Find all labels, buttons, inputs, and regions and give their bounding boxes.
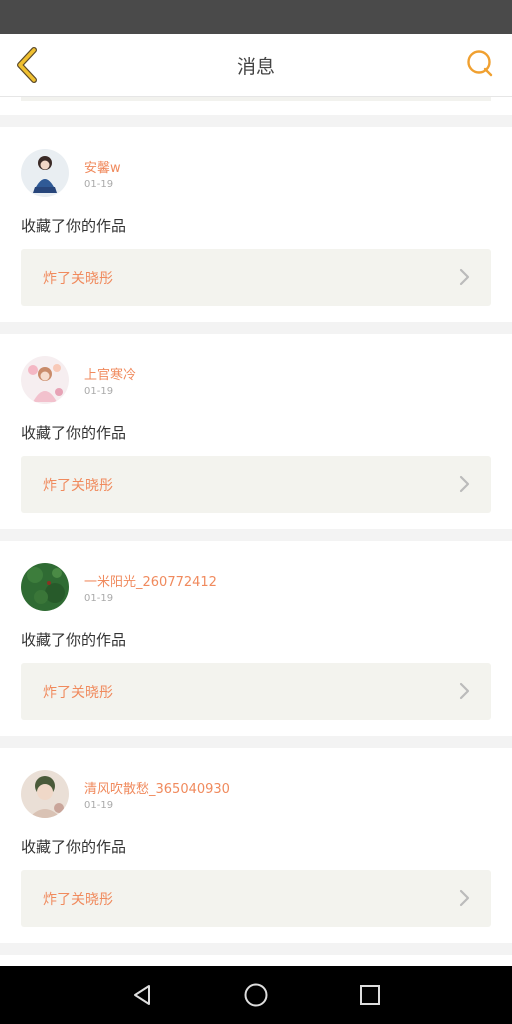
- message-time: 01-19: [84, 800, 114, 811]
- chat-bubble-icon: [467, 50, 493, 77]
- message-text: 收藏了你的作品: [21, 217, 127, 235]
- circle-home-icon: [244, 983, 268, 1007]
- nav-recents-button[interactable]: [355, 980, 385, 1010]
- chat-button[interactable]: [464, 48, 496, 80]
- message-time: 01-19: [84, 179, 114, 190]
- message-text: 收藏了你的作品: [21, 424, 127, 442]
- avatar[interactable]: [21, 149, 69, 197]
- user-name[interactable]: 上官寒冷: [84, 364, 136, 383]
- avatar[interactable]: [21, 563, 69, 611]
- work-link[interactable]: 炸了关晓彤: [21, 456, 491, 513]
- message-card: 一米阳光_260772412 01-19 收藏了你的作品 炸了关晓彤: [0, 541, 512, 736]
- avatar[interactable]: [21, 770, 69, 818]
- message-time: 01-19: [84, 593, 114, 604]
- message-time: 01-19: [84, 386, 114, 397]
- chevron-right-icon: [459, 475, 470, 493]
- message-card: 上官寒冷 01-19 收藏了你的作品 炸了关晓彤: [0, 334, 512, 529]
- message-text: 收藏了你的作品: [21, 838, 127, 856]
- message-feed[interactable]: 安馨w 01-19 收藏了你的作品 炸了关晓彤 上官寒冷 01-19 收藏了你的…: [0, 97, 512, 966]
- work-link[interactable]: 炸了关晓彤: [21, 663, 491, 720]
- work-title: 炸了关晓彤: [43, 892, 113, 908]
- chevron-right-icon: [459, 889, 470, 907]
- nav-back-button[interactable]: [127, 980, 157, 1010]
- top-bar: 消息: [0, 34, 512, 97]
- avatar[interactable]: [21, 356, 69, 404]
- message-card: 清风吹散愁_365040930 01-19 收藏了你的作品 炸了关晓彤: [0, 748, 512, 943]
- triangle-back-icon: [134, 985, 150, 1005]
- message-card: 安馨w 01-19 收藏了你的作品 炸了关晓彤: [0, 127, 512, 322]
- status-bar: [0, 0, 512, 34]
- system-nav-bar: [0, 966, 512, 1024]
- nav-home-button[interactable]: [241, 980, 271, 1010]
- user-name[interactable]: 安馨w: [84, 157, 121, 176]
- message-text: 收藏了你的作品: [21, 631, 127, 649]
- work-title: 炸了关晓彤: [43, 271, 113, 287]
- card-remnant: [0, 955, 512, 966]
- work-title: 炸了关晓彤: [43, 478, 113, 494]
- card-remnant: [0, 97, 512, 115]
- work-link[interactable]: 炸了关晓彤: [21, 870, 491, 927]
- page-title: 消息: [236, 56, 275, 78]
- chevron-right-icon: [459, 268, 470, 286]
- user-name[interactable]: 清风吹散愁_365040930: [84, 778, 230, 797]
- user-name[interactable]: 一米阳光_260772412: [84, 571, 217, 590]
- work-title: 炸了关晓彤: [43, 685, 113, 701]
- square-recents-icon: [360, 985, 380, 1005]
- chevron-right-icon: [459, 682, 470, 700]
- work-link[interactable]: 炸了关晓彤: [21, 249, 491, 306]
